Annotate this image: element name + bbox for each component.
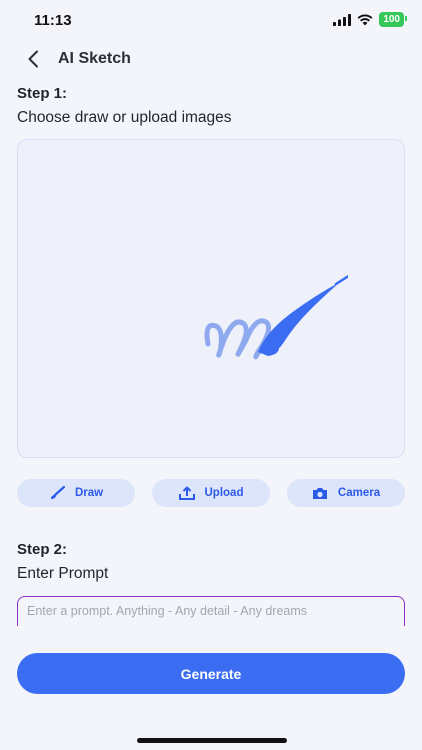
signal-icon (333, 13, 352, 26)
home-indicator (137, 738, 287, 743)
camera-icon (312, 488, 327, 499)
upload-icon (178, 486, 195, 500)
sketch-placeholder-icon (204, 274, 348, 360)
prompt-input[interactable] (27, 604, 395, 618)
prompt-container (17, 596, 405, 626)
wifi-icon (357, 14, 373, 25)
nav-bar: AI Sketch (0, 44, 422, 74)
step2-title: Step 2: (17, 541, 68, 558)
camera-button[interactable]: Camera (287, 479, 405, 507)
upload-button-label: Upload (204, 487, 244, 499)
battery-indicator: 100 (379, 12, 407, 27)
draw-button[interactable]: Draw (17, 479, 135, 507)
step2-subtitle: Enter Prompt (17, 565, 109, 582)
chevron-left-icon (28, 50, 38, 68)
status-icons: 100 (333, 12, 407, 27)
status-bar: 11:13 100 (0, 0, 422, 42)
upload-button[interactable]: Upload (152, 479, 270, 507)
page-title: AI Sketch (58, 50, 131, 67)
brush-icon (50, 486, 65, 499)
step1-subtitle: Choose draw or upload images (17, 109, 232, 126)
camera-button-label: Camera (337, 487, 381, 499)
generate-button[interactable]: Generate (17, 653, 405, 694)
status-time: 11:13 (34, 12, 72, 29)
step1-title: Step 1: (17, 85, 68, 102)
sketch-canvas[interactable] (17, 139, 405, 458)
draw-button-label: Draw (74, 487, 104, 499)
back-button[interactable] (22, 48, 44, 70)
